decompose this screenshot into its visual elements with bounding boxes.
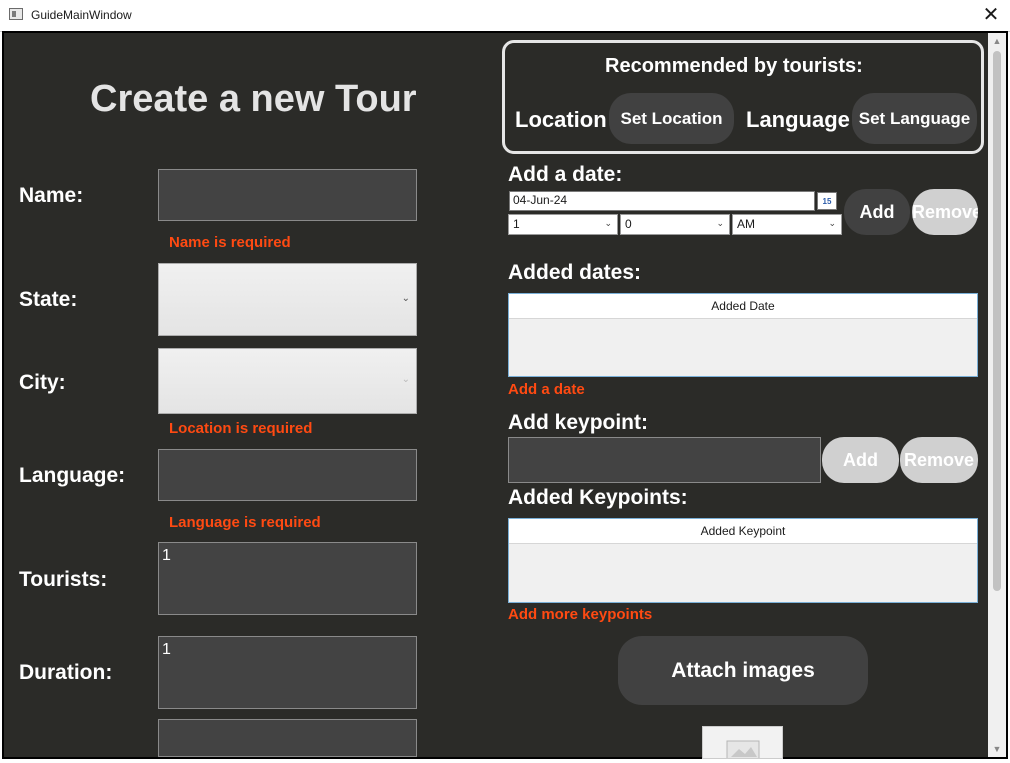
- name-error: Name is required: [169, 234, 291, 251]
- added-dates-grid[interactable]: Added Date: [508, 293, 978, 377]
- name-input[interactable]: [158, 169, 417, 221]
- image-placeholder: [702, 726, 783, 763]
- city-select[interactable]: ⌄: [158, 348, 417, 414]
- attach-images-button[interactable]: Attach images: [618, 636, 868, 705]
- keypoint-error: Add more keypoints: [508, 606, 653, 623]
- remove-date-button[interactable]: Remove: [912, 189, 978, 235]
- language-error: Language is required: [169, 514, 321, 531]
- close-button[interactable]: ✕: [980, 4, 1002, 26]
- duration-label: Duration:: [19, 661, 113, 684]
- tourists-input[interactable]: 1: [158, 542, 417, 615]
- hour-value: 1: [513, 217, 520, 231]
- chevron-down-icon: ⌄: [828, 218, 836, 228]
- duration-input[interactable]: 1: [158, 636, 417, 709]
- add-keypoint-button[interactable]: Add: [822, 437, 899, 483]
- next-input[interactable]: [158, 719, 417, 757]
- scroll-down-icon[interactable]: ▼: [988, 741, 1006, 757]
- app-icon: [9, 8, 23, 20]
- minute-value: 0: [625, 217, 632, 231]
- language-label: Language:: [19, 464, 126, 487]
- name-label: Name:: [19, 184, 84, 207]
- location-error: Location is required: [169, 420, 313, 437]
- recommended-language-label: Language: [746, 107, 850, 132]
- recommended-location-label: Location: [515, 107, 607, 132]
- added-keypoints-grid[interactable]: Added Keypoint: [508, 518, 978, 603]
- chevron-down-icon: ⌄: [716, 218, 724, 228]
- image-icon: [726, 740, 760, 763]
- remove-keypoint-button[interactable]: Remove: [900, 437, 978, 483]
- add-date-button[interactable]: Add: [844, 189, 910, 235]
- calendar-icon[interactable]: 15: [817, 192, 837, 210]
- added-date-column-header[interactable]: Added Date: [509, 294, 977, 319]
- chevron-down-icon: ⌄: [604, 218, 612, 228]
- add-keypoint-label: Add keypoint:: [508, 411, 648, 434]
- language-input[interactable]: [158, 449, 417, 501]
- hour-select[interactable]: 1 ⌄: [508, 214, 618, 235]
- minute-select[interactable]: 0 ⌄: [620, 214, 730, 235]
- state-label: State:: [19, 288, 78, 311]
- recommended-title: Recommended by tourists:: [605, 55, 863, 77]
- set-location-button[interactable]: Set Location: [609, 93, 734, 144]
- window-title: GuideMainWindow: [31, 8, 132, 22]
- page-title: Create a new Tour: [90, 78, 417, 120]
- date-error: Add a date: [508, 381, 585, 398]
- ampm-value: AM: [737, 217, 755, 231]
- city-label: City:: [19, 371, 66, 394]
- added-keypoint-column-header[interactable]: Added Keypoint: [509, 519, 977, 544]
- state-select[interactable]: ⌄: [158, 263, 417, 336]
- set-language-button[interactable]: Set Language: [852, 93, 977, 144]
- scrollbar-thumb[interactable]: [993, 51, 1001, 591]
- vertical-scrollbar[interactable]: ▲ ▼: [988, 33, 1006, 757]
- tourists-label: Tourists:: [19, 568, 108, 591]
- ampm-select[interactable]: AM ⌄: [732, 214, 842, 235]
- date-picker-input[interactable]: 04-Jun-24: [509, 191, 815, 211]
- title-bar: GuideMainWindow ✕: [0, 0, 1010, 32]
- keypoint-input[interactable]: [508, 437, 821, 483]
- chevron-down-icon: ⌄: [401, 292, 410, 304]
- scroll-up-icon[interactable]: ▲: [988, 33, 1006, 49]
- added-dates-label: Added dates:: [508, 261, 642, 284]
- chevron-down-icon: ⌄: [401, 374, 410, 385]
- added-keypoints-label: Added Keypoints:: [508, 486, 688, 509]
- add-date-label: Add a date:: [508, 163, 623, 186]
